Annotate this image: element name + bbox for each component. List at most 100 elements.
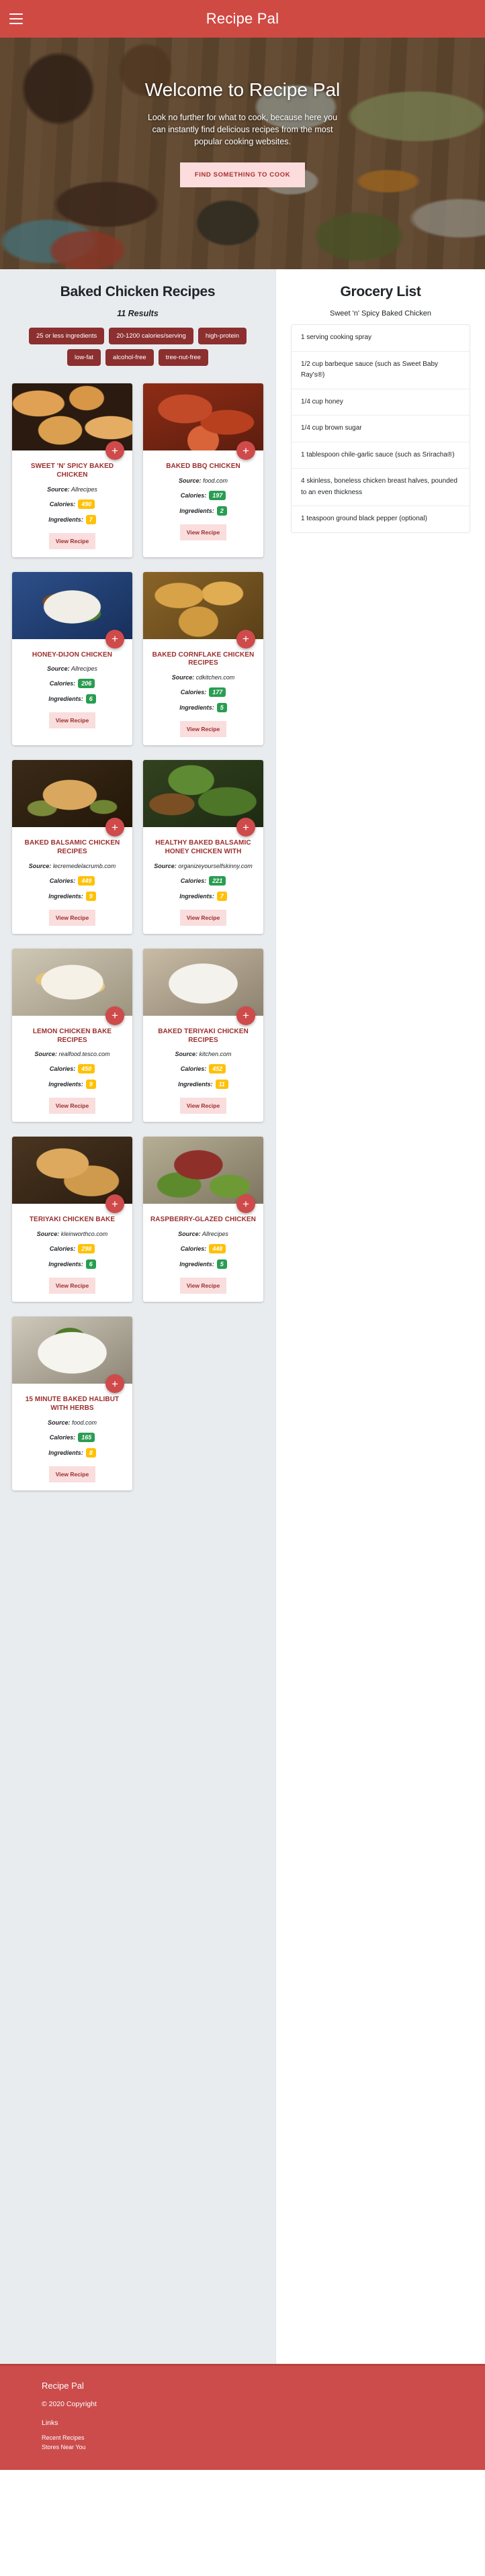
filter-tag[interactable]: tree-nut-free: [158, 349, 208, 366]
source-label: Source:: [47, 665, 70, 673]
grocery-list-item[interactable]: 1 teaspoon ground black pepper (optional…: [292, 506, 470, 532]
add-to-grocery-list-plus-icon[interactable]: +: [236, 818, 255, 837]
add-to-grocery-list-plus-icon[interactable]: +: [236, 629, 255, 649]
recipe-card-body: Raspberry-Glazed Chicken Source: Allrecip…: [143, 1204, 263, 1302]
filter-tag[interactable]: 25 or less ingredients: [29, 328, 105, 344]
recipe-card-body: 15 Minute Baked Halibut With Herbs Source…: [12, 1384, 132, 1490]
recipe-card[interactable]: + Raspberry-Glazed Chicken Source: Allreci…: [143, 1137, 263, 1302]
filter-tag[interactable]: high-protein: [197, 328, 247, 344]
recipe-card-body: Baked Balsamic Chicken Recipes Source: le…: [12, 827, 132, 934]
calories: Calories: 221: [148, 875, 258, 886]
source-label: Source:: [178, 477, 202, 484]
recipe-card-wrapper: + Teriyaki Chicken Bake Source: kleinworth…: [7, 1131, 138, 1311]
recipe-title[interactable]: Baked BBQ Chicken: [148, 463, 258, 471]
ingredients: Ingredients: 6: [17, 1259, 127, 1270]
view-recipe-button[interactable]: View Recipe: [48, 712, 96, 729]
recipe-title[interactable]: Teriyaki Chicken Bake: [17, 1216, 127, 1225]
view-recipe-button[interactable]: View Recipe: [48, 1466, 96, 1482]
find-something-to-cook-button[interactable]: FIND SOMETHING TO COOK: [179, 162, 306, 188]
grocery-column: Grocery List Sweet 'n' Spicy Baked Chick…: [275, 269, 485, 2364]
recipe-title[interactable]: Raspberry-Glazed Chicken: [148, 1216, 258, 1225]
filter-tag[interactable]: 20-1200 calories/serving: [109, 328, 193, 344]
add-to-grocery-list-plus-icon[interactable]: +: [236, 1006, 255, 1025]
hamburger-menu-icon[interactable]: [9, 13, 23, 24]
view-recipe-button[interactable]: View Recipe: [179, 721, 227, 738]
hero-banner: Welcome to Recipe Pal Look no further fo…: [0, 38, 485, 269]
view-recipe-button[interactable]: View Recipe: [179, 1278, 227, 1294]
recipe-title[interactable]: Baked Cornflake Chicken Recipes: [148, 651, 258, 669]
ingredients-badge: 6: [85, 694, 96, 704]
view-recipe-button[interactable]: View Recipe: [48, 1098, 96, 1114]
recipe-title[interactable]: Baked Teriyaki Chicken Recipes: [148, 1028, 258, 1045]
ingredients-label: Ingredients:: [48, 1449, 83, 1456]
ingredients-badge: 2: [216, 506, 227, 516]
recipe-card[interactable]: +15 Minute Baked Halibut With Herbs Sourc…: [12, 1317, 132, 1490]
grocery-list-item[interactable]: 1 tablespoon chile-garlic sauce (such as…: [292, 442, 470, 469]
grocery-list-item[interactable]: 1/4 cup brown sugar: [292, 416, 470, 442]
recipe-source: Source: food.com: [148, 477, 258, 484]
calories-badge: 449: [78, 875, 95, 886]
grocery-list-item[interactable]: 1/4 cup honey: [292, 389, 470, 416]
recipe-title[interactable]: Honey-Dijon Chicken: [17, 651, 127, 660]
source-label: Source:: [47, 1419, 71, 1426]
recipe-source: Source: Allrecipes: [17, 486, 127, 493]
calories-label: Calories:: [49, 680, 76, 687]
recipe-card-wrapper: + Honey-Dijon Chicken Source: Allrecipes Ca…: [7, 567, 138, 755]
recipe-image: +: [12, 383, 132, 460]
recipe-card[interactable]: + Healthy Baked Balsamic Honey Chicken Wi…: [143, 760, 263, 934]
recipe-card[interactable]: + Baked BBQ Chicken Source: food.com Calori…: [143, 383, 263, 557]
footer-link[interactable]: Stores Near You: [42, 2442, 485, 2452]
filter-tag[interactable]: alcohol-free: [105, 349, 154, 366]
calories-badge: 490: [78, 499, 95, 509]
calories: Calories: 448: [148, 1244, 258, 1254]
grocery-list-item[interactable]: 4 skinless, boneless chicken breast halv…: [292, 469, 470, 506]
recipe-card[interactable]: + Honey-Dijon Chicken Source: Allrecipes Ca…: [12, 571, 132, 746]
calories: Calories: 449: [17, 875, 127, 886]
recipe-card[interactable]: + Lemon Chicken Bake Recipes Source: realf…: [12, 948, 132, 1123]
view-recipe-button[interactable]: View Recipe: [179, 524, 227, 540]
source-value: cdkitchen.com: [194, 674, 235, 681]
add-to-grocery-list-plus-icon[interactable]: +: [105, 1006, 124, 1025]
calories: Calories: 177: [148, 687, 258, 698]
calories: Calories: 298: [17, 1244, 127, 1254]
recipe-title[interactable]: Healthy Baked Balsamic Honey Chicken Wit…: [148, 839, 258, 857]
grocery-list-item[interactable]: 1 serving cooking spray: [292, 325, 470, 352]
view-recipe-button[interactable]: View Recipe: [179, 1098, 227, 1114]
calories: Calories: 452: [148, 1064, 258, 1074]
calories: Calories: 206: [17, 679, 127, 689]
grocery-list-item[interactable]: 1/2 cup barbeque sauce (such as Sweet Ba…: [292, 352, 470, 389]
filter-tag[interactable]: low-fat: [67, 349, 101, 366]
recipe-title[interactable]: 15 Minute Baked Halibut With Herbs: [17, 1396, 127, 1413]
calories-label: Calories:: [180, 491, 207, 499]
recipe-source: Source: food.com: [17, 1419, 127, 1426]
calories-label: Calories:: [49, 1065, 76, 1073]
add-to-grocery-list-plus-icon[interactable]: +: [105, 1374, 124, 1394]
recipe-source: Source: cdkitchen.com: [148, 674, 258, 681]
add-to-grocery-list-plus-icon[interactable]: +: [105, 818, 124, 837]
view-recipe-button[interactable]: View Recipe: [48, 1278, 96, 1294]
recipe-title[interactable]: Baked Balsamic Chicken Recipes: [17, 839, 127, 857]
recipe-title[interactable]: Lemon Chicken Bake Recipes: [17, 1028, 127, 1045]
source-label: Source:: [154, 862, 177, 869]
add-to-grocery-list-plus-icon[interactable]: +: [105, 441, 124, 460]
calories-badge: 177: [209, 687, 226, 698]
recipe-title[interactable]: Sweet 'n' Spicy Baked Chicken: [17, 463, 127, 480]
footer-link[interactable]: Recent Recipes: [42, 2433, 485, 2442]
recipe-image: +: [143, 571, 263, 649]
recipe-source: Source: lecremedelacrumb.com: [17, 863, 127, 869]
view-recipe-button[interactable]: View Recipe: [48, 909, 96, 926]
view-recipe-button[interactable]: View Recipe: [179, 909, 227, 926]
add-to-grocery-list-plus-icon[interactable]: +: [236, 441, 255, 460]
source-label: Source:: [36, 1231, 60, 1238]
ingredients-label: Ingredients:: [48, 1081, 83, 1088]
source-value: organizeyourselfskinny.com: [176, 862, 253, 869]
view-recipe-button[interactable]: View Recipe: [48, 532, 96, 549]
source-value: realfood.tesco.com: [56, 1051, 110, 1058]
recipe-card[interactable]: + Teriyaki Chicken Bake Source: kleinworth…: [12, 1137, 132, 1302]
recipe-card[interactable]: + Sweet 'n' Spicy Baked Chicken Source: Al…: [12, 383, 132, 557]
recipe-card[interactable]: + Baked Cornflake Chicken Recipes Source: …: [143, 571, 263, 746]
recipe-card[interactable]: + Baked Balsamic Chicken Recipes Source: l…: [12, 760, 132, 934]
recipe-card[interactable]: + Baked Teriyaki Chicken Recipes Source: k…: [143, 948, 263, 1123]
calories: Calories: 165: [17, 1432, 127, 1442]
add-to-grocery-list-plus-icon[interactable]: +: [105, 629, 124, 649]
